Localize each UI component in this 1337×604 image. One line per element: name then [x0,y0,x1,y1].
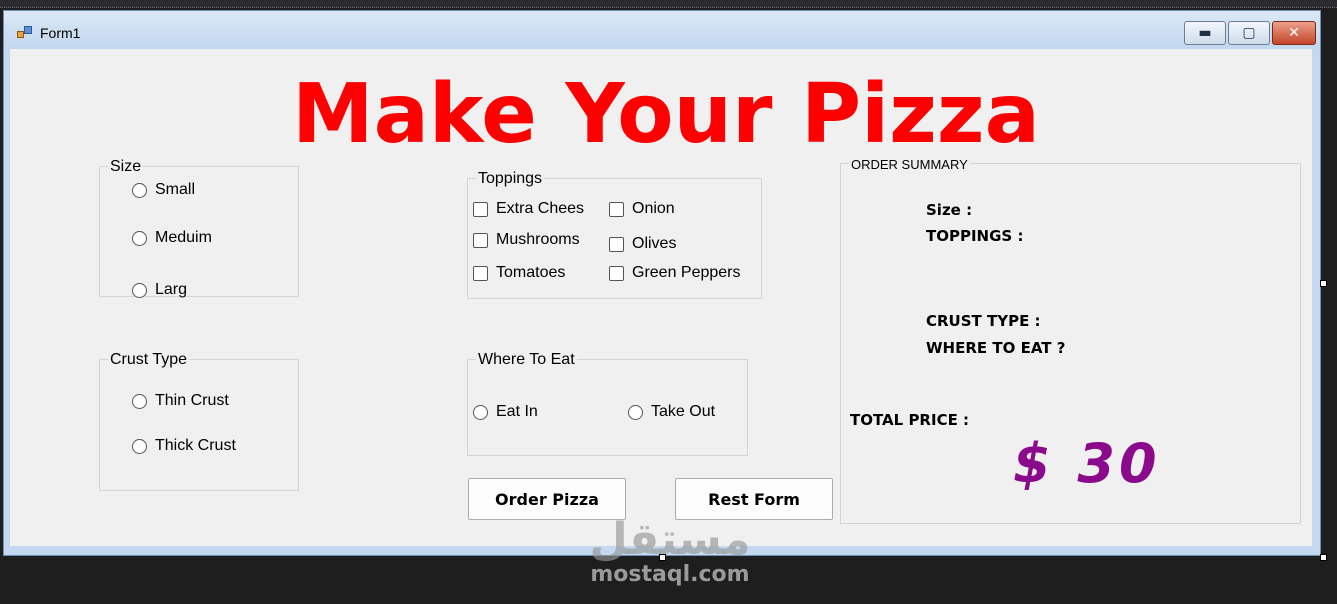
topping-check-tomatoes[interactable]: Tomatoes [473,264,565,282]
maximize-icon: ▢ [1242,25,1256,41]
ide-top-bar [0,0,1337,8]
checkbox-label: Tomatoes [496,264,566,281]
watermark: مستقل mostaql.com [570,514,770,588]
radio-circle-icon [132,230,147,246]
radio-circle-icon [132,393,147,409]
checkbox-icon [473,201,488,217]
summary-toppings-label: TOPPINGS : [926,227,1024,245]
size-radio-medium[interactable]: Meduim [132,229,212,247]
resize-handle-right[interactable] [1320,280,1327,287]
topping-check-onion[interactable]: Onion [609,200,675,218]
minimize-button[interactable]: ▬ [1184,21,1226,45]
summary-crust-label: CRUST TYPE : [926,312,1041,330]
where-radio-take-out[interactable]: Take Out [628,403,715,421]
summary-total-label: TOTAL PRICE : [850,411,970,429]
size-radio-large[interactable]: Larg [132,281,187,299]
watermark-arabic-text: مستقل [589,514,751,565]
order-summary-groupbox: ORDER SUMMARY Size : TOPPINGS : CRUST TY… [840,156,1301,524]
radio-label: Thin Crust [155,392,229,409]
checkbox-icon [473,232,488,248]
order-summary-label: ORDER SUMMARY [849,156,970,174]
checkbox-label: Olives [632,235,677,252]
checkbox-icon [609,236,624,252]
where-radio-eat-in[interactable]: Eat In [473,403,538,421]
form-client-area: Make Your Pizza Size Small Meduim Larg C… [10,49,1312,546]
watermark-latin-text: mostaql.com [590,562,750,587]
size-group-label: Size [108,158,144,176]
topping-check-olives[interactable]: Olives [609,235,676,253]
checkbox-label: Extra Chees [496,200,585,217]
title-bar[interactable]: Form1 ▬ ▢ ✕ [4,11,1320,49]
toppings-group-label: Toppings [476,170,545,188]
window-title: Form1 [40,25,81,41]
checkbox-label: Green Peppers [632,264,741,281]
radio-label: Small [155,181,196,198]
radio-circle-icon [132,182,147,198]
radio-label: Meduim [155,229,212,246]
topping-check-extra-cheese[interactable]: Extra Chees [473,200,584,218]
checkbox-icon [473,265,488,281]
topping-check-green-peppers[interactable]: Green Peppers [609,264,741,282]
size-groupbox: Size Small Meduim Larg [99,158,299,299]
crust-group-label: Crust Type [108,351,190,369]
checkbox-icon [609,265,624,281]
page-title: Make Your Pizza [292,67,1040,162]
crust-radio-thin[interactable]: Thin Crust [132,392,229,410]
radio-circle-icon [132,438,147,454]
radio-circle-icon [132,282,147,298]
summary-size-label: Size : [926,201,973,219]
size-radio-small[interactable]: Small [132,181,195,199]
minimize-icon: ▬ [1198,25,1212,41]
close-button[interactable]: ✕ [1272,21,1316,45]
radio-label: Larg [155,281,188,298]
radio-circle-icon [473,404,488,420]
radio-label: Eat In [496,403,538,420]
radio-label: Take Out [651,403,716,420]
topping-check-mushrooms[interactable]: Mushrooms [473,231,580,249]
resize-handle-bottom-right[interactable] [1320,554,1327,561]
where-to-eat-groupbox: Where To Eat Eat In Take Out [467,351,748,456]
form-window: Form1 ▬ ▢ ✕ Make Your Pizza Size Small M… [3,10,1321,556]
radio-circle-icon [628,404,643,420]
crust-radio-thick[interactable]: Thick Crust [132,437,236,455]
total-price-value: $ 30 [1013,432,1161,495]
summary-where-label: WHERE TO EAT ? [926,339,1066,357]
crust-groupbox: Crust Type Thin Crust Thick Crust [99,351,299,491]
checkbox-label: Mushrooms [496,231,580,248]
close-icon: ✕ [1288,25,1300,41]
maximize-button[interactable]: ▢ [1228,21,1270,45]
toppings-groupbox: Toppings Extra Chees Mushrooms Tomatoes … [467,170,762,299]
where-group-label: Where To Eat [476,351,577,369]
app-form-icon [17,26,33,40]
checkbox-label: Onion [632,200,675,217]
checkbox-icon [609,201,624,217]
radio-label: Thick Crust [155,437,236,454]
